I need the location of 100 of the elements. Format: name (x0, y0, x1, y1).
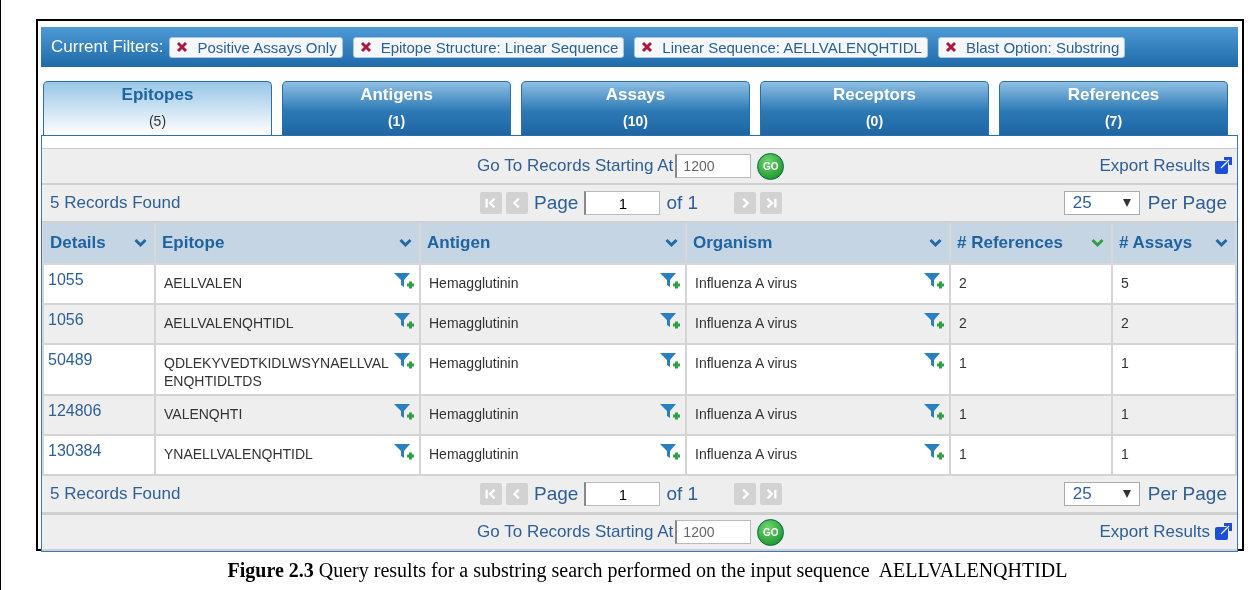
table-cell: AELLVALENQHTIDL (164, 315, 294, 333)
table-cell: Influenza A virus (695, 275, 797, 293)
filter-chip[interactable]: Linear Sequence: AELLVALENQHTIDL (634, 36, 928, 58)
filter-chip[interactable]: Blast Option: Substring (937, 36, 1126, 58)
per-page-dropdown[interactable]: 25 (1063, 482, 1140, 506)
record-id-link[interactable]: 50489 (48, 351, 93, 369)
filter-text: Blast Option: Substring (965, 38, 1120, 56)
export-results-link[interactable]: Export Results (1099, 156, 1210, 176)
chevron-down-icon[interactable] (928, 238, 943, 248)
filter-add-icon[interactable] (393, 312, 415, 332)
remove-icon[interactable] (944, 41, 957, 53)
tab-count: (10) (623, 113, 648, 129)
remove-icon[interactable] (359, 41, 372, 53)
table-cell: Hemagglutinin (429, 406, 519, 424)
records-found-count: 5 Records Found (50, 484, 182, 504)
table-cell: 2 (959, 275, 967, 293)
filter-add-icon[interactable] (393, 403, 415, 423)
record-id-link[interactable]: 1056 (48, 311, 84, 329)
table-cell: Influenza A virus (695, 315, 797, 333)
remove-icon[interactable] (176, 41, 189, 53)
column-header[interactable]: Details (43, 223, 155, 264)
result-tab[interactable]: Antigens (1) (282, 81, 511, 135)
filter-add-icon[interactable] (659, 443, 681, 463)
table-cell: 1 (1121, 355, 1129, 373)
column-header[interactable]: Organism (686, 223, 950, 264)
export-results-link[interactable]: Export Results (1099, 522, 1210, 542)
page-number-field[interactable]: 1 (584, 482, 661, 506)
chevron-down-icon[interactable] (398, 238, 413, 248)
page-number-field[interactable]: 1 (584, 191, 661, 215)
page-label: Page (534, 483, 579, 505)
filter-add-icon[interactable] (923, 403, 945, 423)
table-cell: 1 (1121, 406, 1129, 424)
table-cell: Influenza A virus (695, 406, 797, 424)
column-header[interactable]: Antigen (420, 223, 686, 264)
table-cell: Hemagglutinin (429, 275, 519, 293)
table-cell: 1 (959, 446, 967, 464)
tab-label: References (1067, 85, 1160, 105)
tab-count: (0) (865, 113, 884, 129)
table-cell: 2 (959, 315, 967, 333)
filter-chip[interactable]: Epitope Structure: Linear Sequence (352, 36, 625, 58)
filter-add-icon[interactable] (393, 443, 415, 463)
table-cell: VALENQHTI (164, 406, 243, 424)
tab-count: (1) (387, 113, 406, 129)
result-tab[interactable]: Epitopes (5) (43, 81, 272, 135)
current-filters-label: Current Filters: (51, 37, 164, 57)
filter-text: Epitope Structure: Linear Sequence (380, 38, 619, 56)
per-page-label: Per Page (1147, 483, 1227, 505)
result-tab[interactable]: Receptors (0) (760, 81, 989, 135)
column-header[interactable]: Epitope (155, 223, 420, 264)
table-cell: Influenza A virus (695, 446, 797, 464)
tab-label: Assays (605, 85, 666, 105)
chevron-down-icon[interactable] (1090, 238, 1105, 248)
start-record-field[interactable]: 1200 (675, 520, 752, 544)
external-link-icon[interactable] (1214, 157, 1232, 175)
chevron-down-icon[interactable] (133, 238, 148, 248)
external-link-icon[interactable] (1214, 523, 1232, 541)
table-cell-text: QDLEKYVEDTKIDLWSYNAELLVALENQHTIDLTDS (164, 355, 390, 390)
record-id-link[interactable]: 1055 (48, 271, 84, 289)
chevron-down-icon[interactable] (664, 238, 679, 248)
per-page-label: Per Page (1147, 192, 1227, 214)
table-cell: Hemagglutinin (429, 446, 519, 464)
filter-add-icon[interactable] (659, 403, 681, 423)
result-tab[interactable]: Assays (10) (521, 81, 750, 135)
table-cell: AELLVALEN (164, 275, 243, 293)
tab-label: Epitopes (121, 85, 194, 105)
tab-count: (5) (148, 113, 167, 129)
go-to-records-label: Go To Records Starting At (477, 522, 674, 542)
filter-add-icon[interactable] (393, 352, 415, 372)
result-tab[interactable]: References (7) (999, 81, 1228, 135)
tab-count: (7) (1104, 113, 1123, 129)
filter-add-icon[interactable] (923, 443, 945, 463)
records-found-count: 5 Records Found (50, 193, 182, 213)
table-cell: YNAELLVALENQHTIDL (164, 446, 313, 464)
table-cell: 2 (1121, 315, 1129, 333)
filter-add-icon[interactable] (393, 272, 415, 292)
table-cell: 1 (959, 355, 967, 373)
go-to-records-label: Go To Records Starting At (477, 156, 674, 176)
start-record-field[interactable]: 1200 (675, 154, 752, 178)
page-total: of 1 (666, 192, 699, 214)
per-page-dropdown[interactable]: 25 (1063, 191, 1140, 215)
filter-add-icon[interactable] (659, 352, 681, 372)
filter-chip[interactable]: Positive Assays Only (169, 36, 343, 58)
column-header[interactable]: # References (950, 223, 1112, 264)
filter-text: Positive Assays Only (197, 38, 337, 56)
filter-add-icon[interactable] (659, 272, 681, 292)
filter-add-icon[interactable] (923, 312, 945, 332)
page-label: Page (534, 192, 579, 214)
filter-add-icon[interactable] (923, 272, 945, 292)
tab-label: Receptors (832, 85, 917, 105)
page-total: of 1 (666, 483, 699, 505)
column-header[interactable]: # Assays (1112, 223, 1236, 264)
filter-add-icon[interactable] (923, 352, 945, 372)
table-cell: 1 (959, 406, 967, 424)
table-cell: Hemagglutinin (429, 355, 519, 373)
filter-add-icon[interactable] (659, 312, 681, 332)
remove-icon[interactable] (641, 41, 654, 53)
dropdown-arrow-icon[interactable] (1122, 199, 1131, 207)
dropdown-arrow-icon[interactable] (1122, 490, 1131, 498)
chevron-down-icon[interactable] (1214, 238, 1229, 248)
tab-label: Antigens (360, 85, 433, 105)
